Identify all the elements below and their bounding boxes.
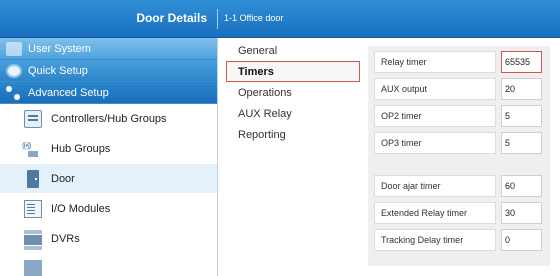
sidebar-item-label: DVRs	[51, 232, 80, 245]
sidebar-item-io-modules[interactable]: I/O Modules	[0, 194, 217, 224]
op3-timer-row: OP3 timer 5	[374, 131, 544, 155]
field-label: AUX output	[374, 78, 496, 100]
door-ajar-timer-row: Door ajar timer 60	[374, 174, 544, 198]
window-header: Door Details 1-1 Office door	[0, 0, 560, 38]
header-divider	[217, 9, 218, 29]
hub-icon	[22, 140, 42, 158]
tab-reporting[interactable]: Reporting	[226, 124, 360, 145]
sidebar-item-partial[interactable]	[0, 254, 217, 276]
sidebar-item-hub-groups[interactable]: Hub Groups	[0, 134, 217, 164]
tab-aux-relay[interactable]: AUX Relay	[226, 103, 360, 124]
sidebar-section-label: Advanced Setup	[28, 86, 109, 99]
door-tabs: General Timers Operations AUX Relay Repo…	[226, 40, 360, 145]
dvr-icon	[24, 229, 42, 250]
field-label: OP2 timer	[374, 105, 496, 127]
tab-operations[interactable]: Operations	[226, 82, 360, 103]
relay-timer-input[interactable]: 65535	[501, 51, 542, 73]
sidebar-section-user-system[interactable]: User System	[0, 38, 217, 60]
door-ajar-timer-input[interactable]: 60	[501, 175, 542, 197]
io-module-icon	[24, 199, 42, 218]
sidebar-item-label: I/O Modules	[51, 202, 111, 215]
field-label: Extended Relay timer	[374, 202, 496, 224]
field-label: Door ajar timer	[374, 175, 496, 197]
users-icon	[6, 41, 22, 56]
door-icon	[27, 169, 39, 188]
op2-timer-row: OP2 timer 5	[374, 104, 544, 128]
network-icon	[6, 85, 22, 100]
aux-output-input[interactable]: 20	[501, 78, 542, 100]
sidebar-item-controllers-hub-groups[interactable]: Controllers/Hub Groups	[0, 104, 217, 134]
extended-relay-timer-row: Extended Relay timer 30	[374, 201, 544, 225]
sidebar-item-label: Door	[51, 172, 75, 185]
tracking-delay-timer-input[interactable]: 0	[501, 229, 542, 251]
extended-relay-timer-input[interactable]: 30	[501, 202, 542, 224]
sidebar-section-label: Quick Setup	[28, 64, 88, 77]
tab-timers[interactable]: Timers	[226, 61, 360, 82]
sidebar: User System Quick Setup Advanced Setup C…	[0, 38, 218, 276]
controller-icon	[24, 109, 42, 128]
field-label: Tracking Delay timer	[374, 229, 496, 251]
door-name-label: 1-1 Office door	[224, 13, 284, 23]
sidebar-item-dvrs[interactable]: DVRs	[0, 224, 217, 254]
page-title: Door Details	[136, 11, 207, 25]
timers-panel: Relay timer 65535 AUX output 20 OP2 time…	[368, 46, 550, 266]
op2-timer-input[interactable]: 5	[501, 105, 542, 127]
sidebar-section-advanced-setup[interactable]: Advanced Setup	[0, 82, 217, 104]
sidebar-section-quick-setup[interactable]: Quick Setup	[0, 60, 217, 82]
tracking-delay-timer-row: Tracking Delay timer 0	[374, 228, 544, 252]
module-icon	[24, 259, 42, 276]
sidebar-item-label: Hub Groups	[51, 142, 111, 155]
aux-output-row: AUX output 20	[374, 77, 544, 101]
field-label: Relay timer	[374, 51, 496, 73]
relay-timer-row: Relay timer 65535	[374, 50, 544, 74]
timer-group-outputs: Relay timer 65535 AUX output 20 OP2 time…	[374, 50, 544, 158]
sidebar-section-label: User System	[28, 42, 91, 55]
quick-setup-icon	[6, 63, 22, 78]
tab-general[interactable]: General	[226, 40, 360, 61]
field-label: OP3 timer	[374, 132, 496, 154]
sidebar-item-door[interactable]: Door	[0, 164, 217, 194]
op3-timer-input[interactable]: 5	[501, 132, 542, 154]
sidebar-item-label: Controllers/Hub Groups	[51, 112, 167, 125]
timer-group-door: Door ajar timer 60 Extended Relay timer …	[374, 174, 544, 255]
